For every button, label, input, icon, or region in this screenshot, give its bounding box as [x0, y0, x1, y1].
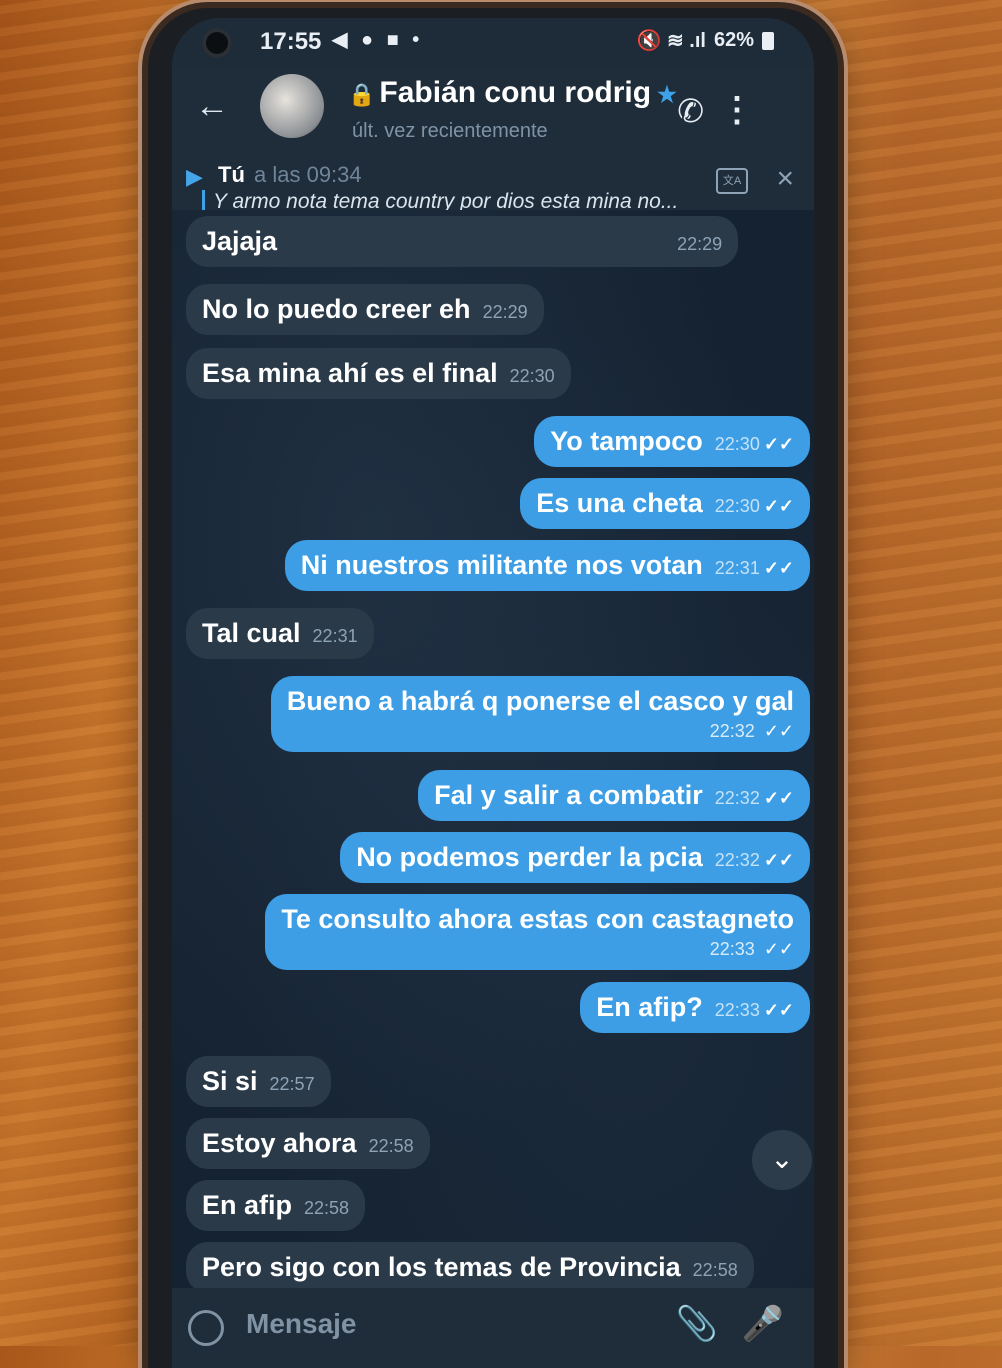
read-checks-icon: ✓✓ — [763, 496, 794, 516]
message-text: Estoy ahora — [202, 1128, 357, 1158]
status-time: 17:55 — [260, 28, 322, 55]
message-text: Bueno a habrá q ponerse el casco y gal — [286, 686, 794, 716]
pinned-sender: Tú — [218, 162, 245, 187]
message-bubble[interactable]: Yo tampoco 22:30 ✓✓ — [534, 416, 810, 467]
message-list[interactable]: Jajaja 22:29 No lo puedo creer eh 22:29 Es… — [172, 210, 814, 1293]
message-text: No lo puedo creer eh — [202, 294, 471, 324]
read-checks-icon: ✓✓ — [763, 850, 794, 870]
emoji-icon[interactable] — [188, 1310, 224, 1346]
message-bubble[interactable]: Jajaja 22:29 — [186, 216, 739, 267]
read-checks-icon: ✓✓ — [763, 558, 794, 578]
message-bubble[interactable]: No lo puedo creer eh 22:29 — [186, 284, 544, 335]
message-bubble[interactable]: En afip? 22:33 ✓✓ — [580, 982, 810, 1033]
message-time: 22:58 — [692, 1260, 738, 1280]
message-bubble[interactable]: Tal cual 22:31 — [186, 608, 374, 659]
message-bubble[interactable]: Estoy ahora 22:58 — [186, 1118, 430, 1169]
paperclip-icon[interactable]: 📎 — [676, 1304, 718, 1344]
message-input[interactable]: Mensaje — [246, 1308, 357, 1340]
message-time: 22:58 — [368, 1136, 414, 1156]
microphone-icon[interactable]: 🎤 — [742, 1304, 784, 1344]
star-icon: ★ — [657, 82, 677, 107]
back-arrow-icon[interactable]: ← — [192, 86, 232, 126]
message-time: 22:29 — [482, 302, 528, 322]
status-bar: 17:55 ◀ ● ■ • 🔇 ≋ .ıl 62% — [172, 18, 814, 66]
read-checks-icon: ✓✓ — [763, 1000, 794, 1020]
read-checks-icon: ✓✓ — [763, 939, 794, 959]
last-seen-status: últ. vez recientemente — [352, 120, 548, 142]
message-text: Esa mina ahí es el final — [202, 358, 498, 388]
translate-icon[interactable]: 文A — [716, 168, 748, 194]
phone-device: 17:55 ◀ ● ■ • 🔇 ≋ .ıl 62% ← 🔒 Fabián conu… — [148, 8, 838, 1368]
message-text: Jajaja — [202, 226, 278, 256]
contact-name: Fabián conu rodrig — [379, 76, 652, 109]
read-checks-icon: ✓✓ — [763, 721, 794, 741]
avatar[interactable] — [260, 74, 324, 138]
message-time: 22:30 — [714, 496, 760, 516]
message-text: En afip? — [596, 992, 703, 1022]
message-bubble[interactable]: Bueno a habrá q ponerse el casco y gal 2… — [270, 676, 810, 752]
scroll-down-button[interactable]: ⌄ — [752, 1130, 812, 1190]
message-text: Fal y salir a combatir — [434, 780, 703, 810]
message-time: 22:58 — [304, 1198, 350, 1218]
message-text: Es una cheta — [536, 488, 703, 518]
message-time: 22:57 — [269, 1074, 315, 1094]
message-text: Yo tampoco — [550, 426, 703, 456]
battery-icon — [762, 31, 774, 50]
message-bubble[interactable]: Fal y salir a combatir 22:32 ✓✓ — [418, 770, 810, 821]
message-text: En afip — [202, 1190, 293, 1220]
battery-percent: 62% — [713, 29, 754, 51]
message-text: Te consulto ahora estas con castagneto — [281, 904, 794, 934]
message-bubble[interactable]: Es una cheta 22:30 ✓✓ — [520, 478, 810, 529]
signal-icons: 🔇 ≋ .ıl — [636, 30, 706, 52]
message-text: No podemos perder la pcia — [356, 842, 703, 872]
message-time: 22:30 — [509, 366, 555, 386]
message-bubble[interactable]: Si si 22:57 — [186, 1056, 331, 1107]
pinned-message-bar[interactable]: ▶ Tú a las 09:34 Y armo nota tema countr… — [172, 160, 814, 214]
play-icon: ▶ — [186, 164, 203, 189]
message-time: 22:32 — [709, 721, 755, 741]
message-bubble[interactable]: Ni nuestros militante nos votan 22:31 ✓✓ — [284, 540, 810, 591]
message-time: 22:29 — [677, 234, 723, 254]
message-text: Si si — [202, 1066, 258, 1096]
message-time: 22:33 — [714, 1000, 760, 1020]
message-text: Ni nuestros militante nos votan — [300, 550, 703, 580]
message-time: 22:32 — [714, 850, 760, 870]
message-bubble[interactable]: No podemos perder la pcia 22:32 ✓✓ — [340, 832, 810, 883]
chat-header: ← 🔒 Fabián conu rodrig ★ últ. vez reciente… — [172, 68, 814, 160]
close-icon[interactable]: × — [776, 162, 794, 196]
phone-call-icon[interactable]: ✆ — [677, 92, 704, 130]
message-time: 22:30 — [714, 434, 760, 454]
message-bubble[interactable]: En afip 22:58 — [186, 1180, 366, 1231]
message-time: 22:33 — [709, 939, 755, 959]
front-camera — [202, 28, 232, 58]
message-bubble[interactable]: Te consulto ahora estas con castagneto 2… — [265, 894, 810, 970]
chevron-down-icon: ⌄ — [770, 1143, 794, 1174]
read-checks-icon: ✓✓ — [763, 788, 794, 808]
notification-icons: ◀ ● ■ • — [332, 29, 424, 51]
contact-name-row[interactable]: 🔒 Fabián conu rodrig ★ — [348, 76, 677, 110]
pinned-time: a las 09:34 — [254, 162, 362, 187]
lock-icon: 🔒 — [348, 82, 376, 107]
read-checks-icon: ✓✓ — [763, 434, 794, 454]
message-time: 22:31 — [714, 558, 760, 578]
message-composer: Mensaje 📎 🎤 — [172, 1288, 814, 1368]
message-bubble[interactable]: Pero sigo con los temas de Provincia 22:5… — [186, 1242, 754, 1293]
message-text: Tal cual — [202, 618, 301, 648]
message-time: 22:32 — [714, 788, 760, 808]
telegram-screen: 17:55 ◀ ● ■ • 🔇 ≋ .ıl 62% ← 🔒 Fabián conu… — [172, 18, 814, 1368]
message-text: Pero sigo con los temas de Provincia — [202, 1252, 681, 1282]
more-menu-icon[interactable]: ⋮ — [720, 90, 754, 130]
message-time: 22:31 — [312, 626, 358, 646]
message-bubble[interactable]: Esa mina ahí es el final 22:30 — [186, 348, 571, 399]
status-right: 🔇 ≋ .ıl 62% — [637, 28, 774, 53]
